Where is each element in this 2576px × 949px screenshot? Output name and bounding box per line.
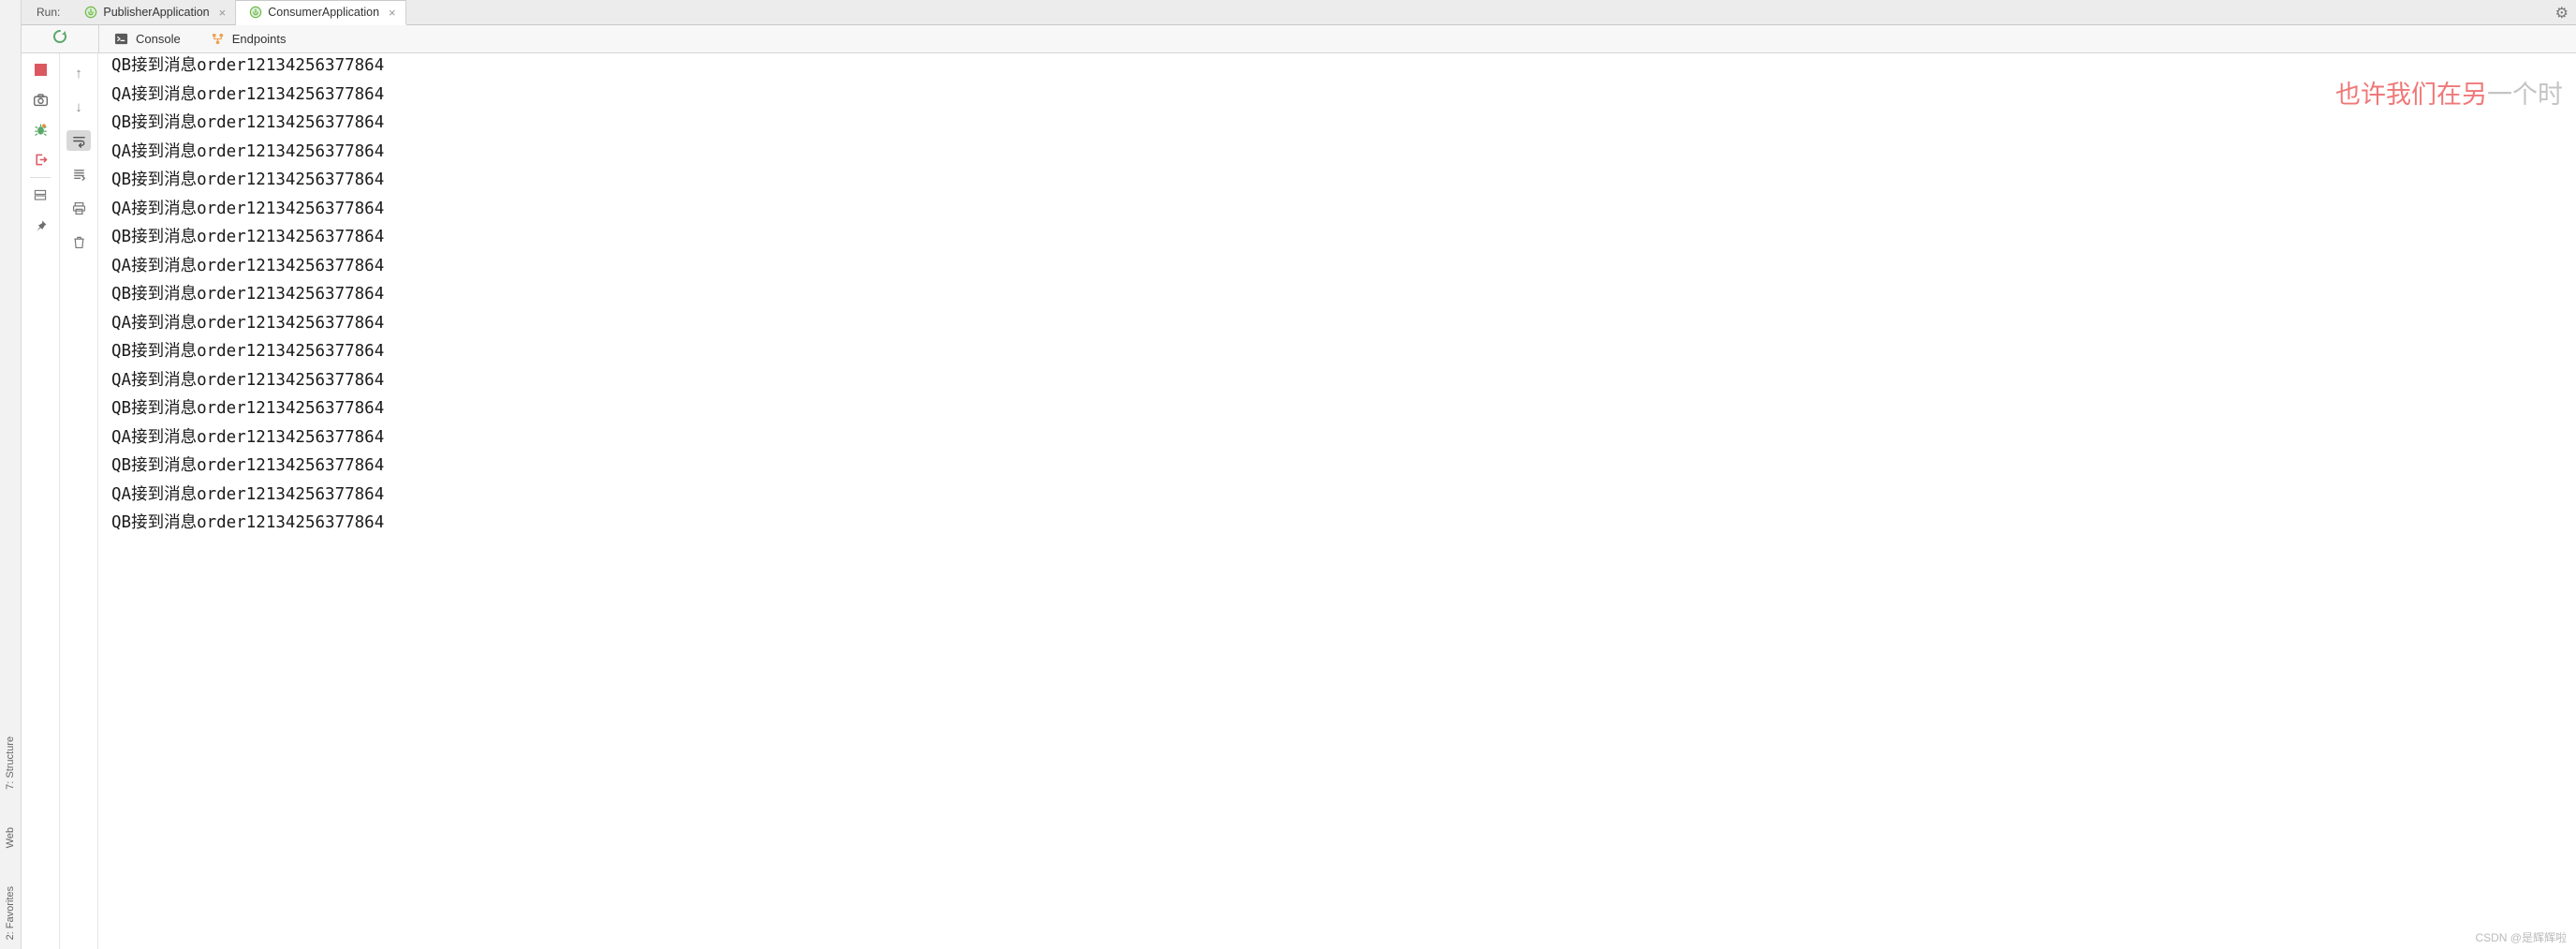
console-line: QB接到消息order12134256377864 <box>111 166 2576 195</box>
attach-debugger-icon[interactable] <box>30 121 51 138</box>
console-line: QB接到消息order12134256377864 <box>111 109 2576 138</box>
separate-watches-icon[interactable] <box>30 177 51 204</box>
web-tool-tab[interactable]: Web <box>5 827 16 848</box>
run-label: Run: <box>22 0 71 24</box>
spring-boot-icon <box>249 6 262 19</box>
run-left-toolbar <box>22 53 60 949</box>
tab-publisher-application[interactable]: PublisherApplication × <box>71 0 236 24</box>
pin-icon[interactable] <box>30 217 51 234</box>
console-line: QB接到消息order12134256377864 <box>111 452 2576 481</box>
scroll-down-icon[interactable]: ↓ <box>66 96 91 117</box>
subtab-label: Console <box>136 32 181 46</box>
console-line: QA接到消息order12134256377864 <box>111 195 2576 224</box>
console-icon <box>114 32 128 46</box>
tab-consumer-application[interactable]: ConsumerApplication × <box>236 0 405 25</box>
tab-label: PublisherApplication <box>103 6 209 19</box>
console-line: QA接到消息order12134256377864 <box>111 366 2576 395</box>
console-line: QA接到消息order12134256377864 <box>111 309 2576 338</box>
console-line: QA接到消息order12134256377864 <box>111 252 2576 281</box>
structure-tool-tab[interactable]: 7: Structure <box>5 736 16 790</box>
run-tab-bar: Run: PublisherApplication × ConsumerAppl… <box>22 0 2576 25</box>
clear-all-icon[interactable] <box>66 231 91 252</box>
scroll-to-end-icon[interactable] <box>66 164 91 185</box>
console-line: QB接到消息order12134256377864 <box>111 280 2576 309</box>
console-line: QB接到消息order12134256377864 <box>111 337 2576 366</box>
console-line: QA接到消息order12134256377864 <box>111 423 2576 452</box>
console-output[interactable]: QB接到消息order12134256377864QA接到消息order1213… <box>98 48 2576 949</box>
close-icon[interactable]: × <box>385 6 400 20</box>
close-icon[interactable]: × <box>215 6 230 20</box>
console-line: QB接到消息order12134256377864 <box>111 509 2576 538</box>
console-line: QB接到消息order12134256377864 <box>111 52 2576 81</box>
console-line: QB接到消息order12134256377864 <box>111 223 2576 252</box>
far-left-toolwindow-bar: 7: Structure Web 2: Favorites <box>0 0 22 949</box>
stop-button[interactable] <box>30 61 51 78</box>
dump-threads-icon[interactable] <box>30 91 51 108</box>
print-icon[interactable] <box>66 198 91 218</box>
rerun-button[interactable] <box>52 28 68 50</box>
console-line: QB接到消息order12134256377864 <box>111 394 2576 423</box>
console-line: QA接到消息order12134256377864 <box>111 81 2576 110</box>
spring-boot-icon <box>84 6 97 19</box>
tab-label: ConsumerApplication <box>268 6 379 19</box>
exit-icon[interactable] <box>30 151 51 168</box>
gear-icon[interactable]: ⚙ <box>2555 4 2569 22</box>
console-line: QA接到消息order12134256377864 <box>111 481 2576 510</box>
endpoints-icon <box>211 32 225 46</box>
console-toolbar: ↑ ↓ <box>60 53 98 949</box>
subtab-label: Endpoints <box>232 32 287 46</box>
favorites-tool-tab[interactable]: 2: Favorites <box>5 886 16 940</box>
console-line: QA接到消息order12134256377864 <box>111 138 2576 167</box>
soft-wrap-icon[interactable] <box>66 130 91 151</box>
scroll-up-icon[interactable]: ↑ <box>66 63 91 83</box>
